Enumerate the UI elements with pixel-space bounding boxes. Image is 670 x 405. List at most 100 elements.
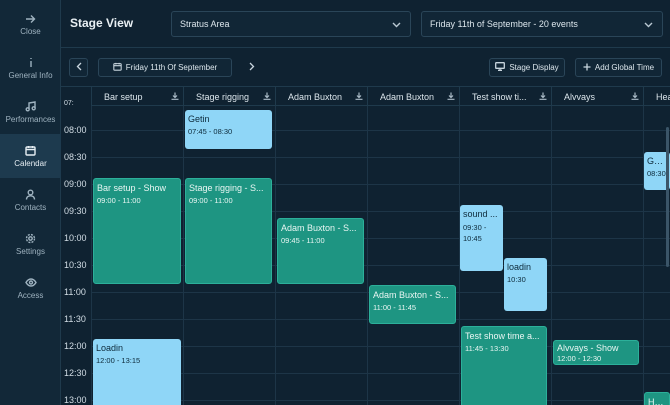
column-title: Stage rigging — [196, 92, 250, 102]
column-header[interactable]: Test show ti... — [459, 87, 551, 106]
event-title: Adam Buxton - S... — [373, 290, 449, 300]
event-title: Alvvays - Show — [557, 343, 619, 353]
event-title: Loadin — [96, 343, 124, 353]
sidebar-item-label: Calendar — [14, 159, 47, 168]
event-time: 09:45 - 11:00 — [281, 236, 325, 245]
download-icon[interactable] — [447, 92, 455, 102]
sidebar-item-close[interactable]: Close — [0, 2, 61, 46]
event-card[interactable]: Adam Buxton - S... 11:00 - 11:45 — [369, 285, 456, 324]
event-title: sound ... — [463, 209, 498, 219]
eye-icon — [24, 276, 37, 289]
event-time: 10:30 — [507, 275, 526, 284]
event-card[interactable]: Alvvays - Show 12:00 - 12:30 — [553, 340, 639, 365]
time-label: 10:00 — [64, 233, 87, 243]
column-title: Test show ti... — [472, 92, 527, 102]
date-picker-button[interactable]: Friday 11th Of September — [98, 58, 232, 77]
event-card[interactable]: Head — [644, 392, 670, 405]
calendar-grid: Bar setup Stage rigging Adam Buxton Adam… — [61, 87, 670, 405]
calendar-icon — [25, 144, 36, 157]
time-gridline — [91, 157, 670, 158]
time-gridline — [91, 130, 670, 131]
time-label: 12:00 — [64, 341, 87, 351]
event-time: 12:00 - 12:30 — [557, 354, 602, 363]
column-divider — [275, 106, 276, 405]
music-note-icon — [25, 100, 36, 113]
column-title: Alvvays — [564, 92, 596, 102]
time-label: 13:00 — [64, 395, 87, 405]
stage-display-button[interactable]: Stage Display — [489, 58, 565, 77]
chevron-left-icon — [76, 62, 82, 73]
calendar-icon — [113, 62, 122, 73]
event-time: 11:45 - 13:30 — [465, 344, 509, 353]
sidebar-item-label: Access — [17, 291, 44, 300]
event-card[interactable]: Test show time a... 11:45 - 13:30 — [461, 326, 547, 405]
sidebar-item-label: Close — [20, 27, 41, 36]
page-title: Stage View — [70, 16, 134, 30]
column-header[interactable]: Adam Buxton — [275, 87, 367, 106]
chevron-right-icon — [249, 62, 255, 73]
add-global-time-label: Add Global Time — [594, 63, 655, 72]
event-title: Getin — [188, 114, 210, 124]
sidebar-item-settings[interactable]: Settings — [0, 222, 61, 266]
sidebar-item-general-info[interactable]: General Info — [0, 46, 61, 90]
time-label: 08:30 — [64, 152, 87, 162]
download-icon[interactable] — [539, 92, 547, 102]
event-card[interactable]: loadin 10:30 — [504, 258, 547, 311]
download-icon[interactable] — [171, 92, 179, 102]
sidebar-item-label: Settings — [16, 247, 45, 256]
event-time: 07:45 - 08:30 — [188, 127, 233, 136]
sidebar-item-access[interactable]: Access — [0, 266, 61, 310]
column-header[interactable]: Bar setup — [91, 87, 183, 106]
event-time: 12:00 - 13:15 — [96, 356, 141, 365]
sidebar-item-performances[interactable]: Performances — [0, 90, 61, 134]
column-divider — [183, 106, 184, 405]
event-card[interactable]: Bar setup - Show 09:00 - 11:00 — [93, 178, 181, 284]
toolbar: Friday 11th Of September Stage Display A… — [61, 48, 670, 87]
add-global-time-button[interactable]: Add Global Time — [575, 58, 662, 77]
event-title: Head — [648, 397, 666, 405]
event-title: loadin — [507, 262, 532, 272]
event-card[interactable]: Stage rigging - S... 09:00 - 11:00 — [185, 178, 272, 284]
date-picker-label: Friday 11th Of September — [125, 63, 218, 72]
chevron-down-icon — [644, 20, 653, 30]
user-icon — [25, 188, 36, 201]
area-select[interactable]: Stratus Area — [171, 11, 411, 37]
header: Stage View Stratus Area Friday 11th of S… — [61, 0, 670, 48]
date-select[interactable]: Friday 11th of September - 20 events — [421, 11, 663, 37]
column-title: Adam Buxton — [380, 92, 435, 102]
event-card[interactable]: Getin 07:45 - 08:30 — [185, 110, 272, 149]
time-label: 08:00 — [64, 125, 87, 135]
column-divider — [643, 106, 644, 405]
area-select-value: Stratus Area — [180, 19, 230, 29]
sidebar: Close General Info Performances Calendar… — [0, 0, 61, 405]
time-label: 12:30 — [64, 368, 87, 378]
column-title: Adam Buxton — [288, 92, 343, 102]
download-icon[interactable] — [263, 92, 271, 102]
column-header[interactable]: Stage rigging — [183, 87, 275, 106]
column-title: Bar setup — [104, 92, 143, 102]
download-icon[interactable] — [631, 92, 639, 102]
time-label: 10:30 — [64, 260, 87, 270]
event-title: Test show time a... — [465, 331, 540, 341]
column-header[interactable]: Hea — [643, 87, 670, 106]
event-card[interactable]: Loadin 12:00 - 13:15 — [93, 339, 181, 405]
sidebar-item-calendar[interactable]: Calendar — [0, 134, 61, 178]
sidebar-item-label: General Info — [8, 71, 53, 80]
download-icon[interactable] — [355, 92, 363, 102]
monitor-icon — [495, 62, 506, 73]
sidebar-item-contacts[interactable]: Contacts — [0, 178, 61, 222]
column-header[interactable]: Alvvays — [551, 87, 643, 106]
prev-day-button[interactable] — [69, 58, 88, 77]
sidebar-item-label: Contacts — [14, 203, 47, 212]
arrow-right-icon — [25, 12, 36, 25]
time-label: 07: — [64, 100, 74, 107]
event-card[interactable]: sound ... 09:30 - 10:45 — [460, 205, 503, 271]
column-divider — [367, 106, 368, 405]
event-title: Bar setup - Show — [97, 183, 167, 193]
plus-icon — [583, 63, 591, 73]
event-time: 11:00 - 11:45 — [373, 303, 417, 312]
column-header[interactable]: Adam Buxton — [367, 87, 459, 106]
event-card[interactable]: Adam Buxton - S... 09:45 - 11:00 — [277, 218, 364, 284]
next-day-button[interactable] — [242, 58, 261, 77]
vertical-scrollbar[interactable] — [666, 127, 669, 267]
